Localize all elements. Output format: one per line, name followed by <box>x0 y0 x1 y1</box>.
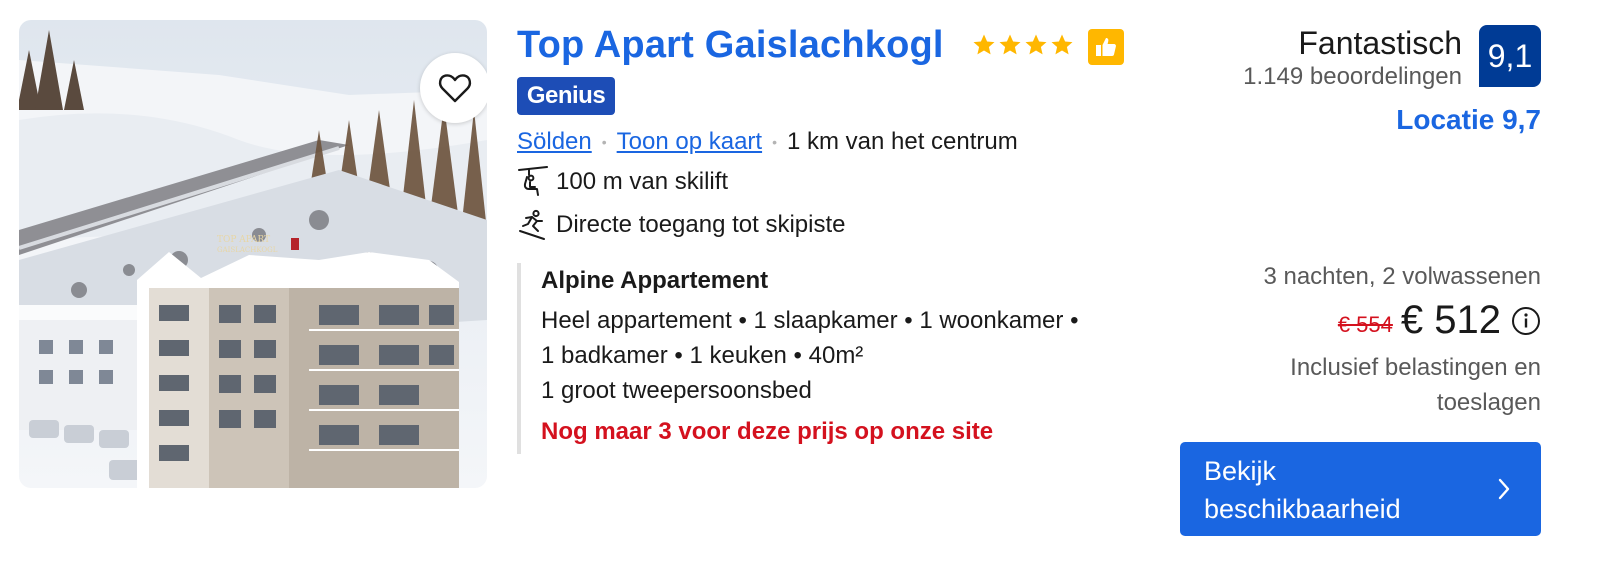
current-price: € 512 <box>1400 298 1501 342</box>
stay-summary: 3 nachten, 2 volwassenen <box>1263 263 1541 290</box>
separator-dot: • <box>601 134 607 150</box>
heart-icon <box>438 74 472 103</box>
show-on-map-link[interactable]: Toon op kaart <box>617 128 762 156</box>
ski-lift-icon <box>517 166 549 198</box>
original-price: € 554 <box>1337 311 1393 337</box>
feature-ski-lift-label: 100 m van skilift <box>556 168 729 195</box>
room-details-line-1: Heel appartement • 1 slaapkamer • 1 woon… <box>541 307 1079 334</box>
room-summary: Alpine Appartement Heel appartement • 1 … <box>517 263 1121 454</box>
location-row: Sölden • Toon op kaart • 1 km van het ce… <box>517 128 1018 156</box>
room-title: Alpine Appartement <box>541 267 769 294</box>
thumbs-up-icon <box>1096 38 1116 56</box>
availability-warning: Nog maar 3 voor deze prijs op onze site <box>541 418 994 445</box>
svg-text:TOP APART: TOP APART <box>217 235 270 245</box>
star-rating <box>972 33 1074 57</box>
star-icon <box>999 34 1021 55</box>
favorite-button[interactable] <box>420 53 487 123</box>
star-icon <box>1025 34 1047 55</box>
feature-ski-access-label: Directe toegang tot skipiste <box>556 211 846 238</box>
review-score-badge[interactable]: 9,1 <box>1479 25 1541 87</box>
info-icon[interactable] <box>1511 306 1541 336</box>
location-link[interactable]: Sölden <box>517 128 592 156</box>
genius-badge: Genius <box>517 77 615 115</box>
room-bed-info: 1 groot tweepersoonsbed <box>541 377 812 404</box>
feature-ski-access: Directe toegang tot skipiste <box>517 209 846 241</box>
see-availability-label: Bekijk beschikbaarheid <box>1204 456 1401 524</box>
star-icon <box>973 34 995 55</box>
tax-note: Inclusief belastingen en toeslagen <box>1290 354 1541 416</box>
property-photo[interactable]: TOP APART GAISLACHKOGL <box>19 20 487 488</box>
review-count[interactable]: 1.149 beoordelingen <box>1243 63 1462 91</box>
see-availability-button[interactable]: Bekijk beschikbaarheid <box>1180 442 1541 536</box>
feature-ski-lift: 100 m van skilift <box>517 166 728 198</box>
distance-text: 1 km van het centrum <box>786 128 1018 155</box>
room-details-line-2: 1 badkamer • 1 keuken • 40m² <box>541 342 864 369</box>
property-title[interactable]: Top Apart Gaislachkogl <box>517 24 944 67</box>
price-row: € 554 € 512 <box>1338 298 1541 343</box>
chevron-right-icon <box>1498 478 1510 500</box>
thumbs-up-badge[interactable] <box>1088 29 1124 65</box>
svg-text:GAISLACHKOGL: GAISLACHKOGL <box>217 246 278 254</box>
star-icon <box>1051 34 1073 55</box>
property-card: TOP APART GAISLACHKOGL Top Apart Gaislac… <box>0 0 1610 582</box>
skier-icon <box>517 209 549 241</box>
review-label[interactable]: Fantastisch <box>1298 25 1462 62</box>
separator-dot: • <box>772 134 777 150</box>
location-score: Locatie 9,7 <box>1396 104 1541 135</box>
